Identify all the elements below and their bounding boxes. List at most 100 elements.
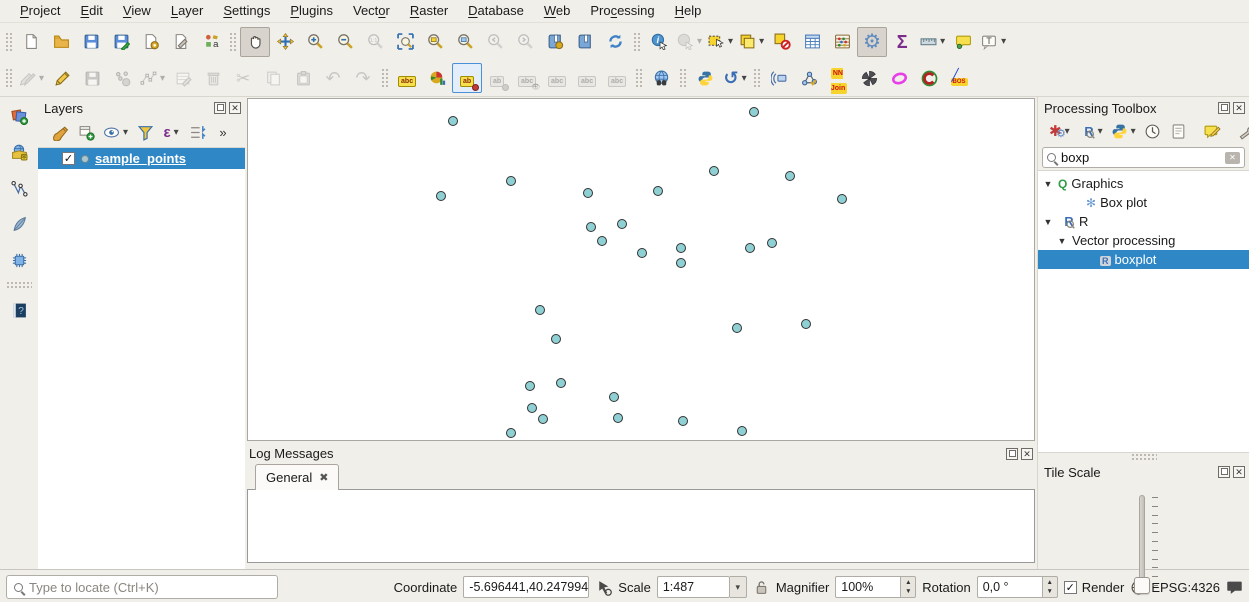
manage-map-themes-button[interactable]: ▾ xyxy=(100,120,131,144)
menu-settings[interactable]: Settings xyxy=(213,0,280,23)
r-scripts-button[interactable]: R▾ xyxy=(1075,119,1106,143)
ellipse-plugin-button[interactable] xyxy=(884,63,914,93)
zoom-full-button[interactable] xyxy=(390,27,420,57)
layer-row-sample_points[interactable]: ✓ sample_points xyxy=(38,148,245,169)
log-panel-close-button[interactable]: ✕ xyxy=(1021,448,1033,460)
toolbar-handle[interactable] xyxy=(632,31,640,53)
text-annotation-button[interactable]: T▾ xyxy=(978,27,1009,57)
layer-name-label[interactable]: sample_points xyxy=(95,151,186,166)
coordinate-input[interactable]: -5.696441,40.247994 xyxy=(463,576,589,598)
new-shapefile-layer-button[interactable] xyxy=(4,173,34,203)
map-tips-button[interactable] xyxy=(948,27,978,57)
tree-item-r[interactable]: ▼RR xyxy=(1038,212,1249,231)
new-virtual-layer-button[interactable] xyxy=(4,245,34,275)
toolbar-handle[interactable] xyxy=(380,67,388,89)
processing-search-input[interactable]: boxp ✕ xyxy=(1042,147,1245,168)
menu-database[interactable]: Database xyxy=(458,0,534,23)
rotation-spin-buttons[interactable]: ▲▼ xyxy=(1043,576,1058,598)
tile-scale-slider-track[interactable] xyxy=(1139,495,1145,587)
select-features-button[interactable]: ▾ xyxy=(705,27,736,57)
map-canvas[interactable] xyxy=(247,98,1035,441)
log-tab-general[interactable]: General ✖ xyxy=(255,464,339,490)
bos-plugin-button[interactable]: ╱BOS xyxy=(944,63,974,93)
clear-search-icon[interactable]: ✕ xyxy=(1225,152,1240,164)
menu-plugins[interactable]: Plugins xyxy=(280,0,343,23)
osm-place-search-button[interactable] xyxy=(646,63,676,93)
tile-scale-float-button[interactable] xyxy=(1218,466,1230,478)
zoom-out-button[interactable] xyxy=(330,27,360,57)
help-button[interactable]: ? xyxy=(4,295,34,325)
toolbar-handle[interactable] xyxy=(634,67,642,89)
dropdown-arrow-icon[interactable]: ▾ xyxy=(160,73,165,84)
layers-panel-float-button[interactable] xyxy=(214,102,226,114)
concave-hull-plugin-button[interactable] xyxy=(914,63,944,93)
style-manager-button[interactable]: a xyxy=(196,27,226,57)
toolbar-handle[interactable] xyxy=(4,31,12,53)
render-checkbox-box[interactable]: ✓ xyxy=(1064,581,1077,594)
log-tab-close-icon[interactable]: ✖ xyxy=(319,471,328,484)
gps-tools-button[interactable] xyxy=(764,63,794,93)
pin-labels-button[interactable]: ab xyxy=(452,63,482,93)
rotation-spinbox[interactable]: 0,0 ° ▲▼ xyxy=(977,576,1058,598)
dropdown-arrow-icon[interactable]: ▾ xyxy=(940,36,945,47)
processing-panel-close-button[interactable]: ✕ xyxy=(1233,102,1245,114)
processing-history-button[interactable]: ↺▾ xyxy=(720,63,750,93)
zoom-in-button[interactable] xyxy=(300,27,330,57)
menu-help[interactable]: Help xyxy=(665,0,712,23)
new-bookmark-button[interactable] xyxy=(540,27,570,57)
zoom-to-selection-button[interactable] xyxy=(420,27,450,57)
filter-legend-button[interactable] xyxy=(133,120,157,144)
magnifier-spinbox[interactable]: 100% ▲▼ xyxy=(835,576,916,598)
toolbar-handle[interactable] xyxy=(678,67,686,89)
edit-features-inplace-button[interactable] xyxy=(1201,119,1225,143)
menu-view[interactable]: View xyxy=(113,0,161,23)
refresh-map-button[interactable] xyxy=(600,27,630,57)
results-viewer-button[interactable] xyxy=(1167,119,1191,143)
nn-join-plugin-button[interactable]: NNJoin xyxy=(824,63,854,93)
menu-project[interactable]: Project xyxy=(10,0,70,23)
dropdown-arrow-icon[interactable]: ▾ xyxy=(697,36,702,47)
save-project-as-button[interactable] xyxy=(106,27,136,57)
options-button[interactable] xyxy=(1235,119,1249,143)
coordinate-extents-toggle-icon[interactable] xyxy=(595,579,612,596)
log-panel-float-button[interactable] xyxy=(1006,448,1018,460)
locator-search-input[interactable]: Type to locate (Ctrl+K) xyxy=(6,575,278,599)
dropdown-arrow-icon[interactable]: ▾ xyxy=(1001,36,1006,47)
dropdown-arrow-icon[interactable]: ▾ xyxy=(1098,126,1103,137)
layout-manager-button[interactable] xyxy=(166,27,196,57)
dropdown-arrow-icon[interactable]: ▾ xyxy=(728,36,733,47)
menu-layer[interactable]: Layer xyxy=(161,0,214,23)
data-source-manager-button[interactable] xyxy=(4,101,34,131)
statistical-summary-button[interactable] xyxy=(827,27,857,57)
tree-expander-icon[interactable]: ▼ xyxy=(1056,236,1068,246)
menu-web[interactable]: Web xyxy=(534,0,581,23)
toggle-editing-button[interactable] xyxy=(47,63,77,93)
tree-expander-icon[interactable]: ▼ xyxy=(1042,217,1054,227)
magnifier-spin-buttons[interactable]: ▲▼ xyxy=(901,576,916,598)
layer-visibility-checkbox[interactable]: ✓ xyxy=(62,152,75,165)
tree-item-box-plot[interactable]: ✻Box plot xyxy=(1038,193,1249,212)
identify-features-button[interactable]: i xyxy=(644,27,674,57)
layer-diagram-options-button[interactable] xyxy=(422,63,452,93)
dropdown-arrow-icon[interactable]: ▾ xyxy=(174,127,179,138)
lock-scale-icon[interactable] xyxy=(753,579,770,596)
new-spatialite-layer-button[interactable]: ✱ xyxy=(4,137,34,167)
pan-map-button[interactable] xyxy=(240,27,270,57)
dropdown-arrow-icon[interactable]: ▾ xyxy=(742,73,747,84)
pan-to-selection-button[interactable] xyxy=(270,27,300,57)
history-button[interactable] xyxy=(1141,119,1165,143)
processing-toolbox-toggle-button[interactable]: ⚙ xyxy=(857,27,887,57)
deselect-features-button[interactable] xyxy=(767,27,797,57)
filter-by-expression-button[interactable]: ε▾ xyxy=(159,120,183,144)
scale-dropdown-arrow[interactable]: ▾ xyxy=(730,576,747,598)
tile-scale-slider-handle[interactable] xyxy=(1134,577,1150,594)
tree-expander-icon[interactable]: ▼ xyxy=(1042,179,1054,189)
save-project-button[interactable] xyxy=(76,27,106,57)
python-scripts-button[interactable]: ▾ xyxy=(1108,119,1139,143)
render-checkbox[interactable]: ✓ Render xyxy=(1064,580,1125,595)
measure-button[interactable]: ▾ xyxy=(917,27,948,57)
menu-raster[interactable]: Raster xyxy=(400,0,458,23)
menu-processing[interactable]: Processing xyxy=(580,0,664,23)
menu-vector[interactable]: Vector xyxy=(343,0,400,23)
tree-item-graphics[interactable]: ▼QGraphics xyxy=(1038,174,1249,193)
